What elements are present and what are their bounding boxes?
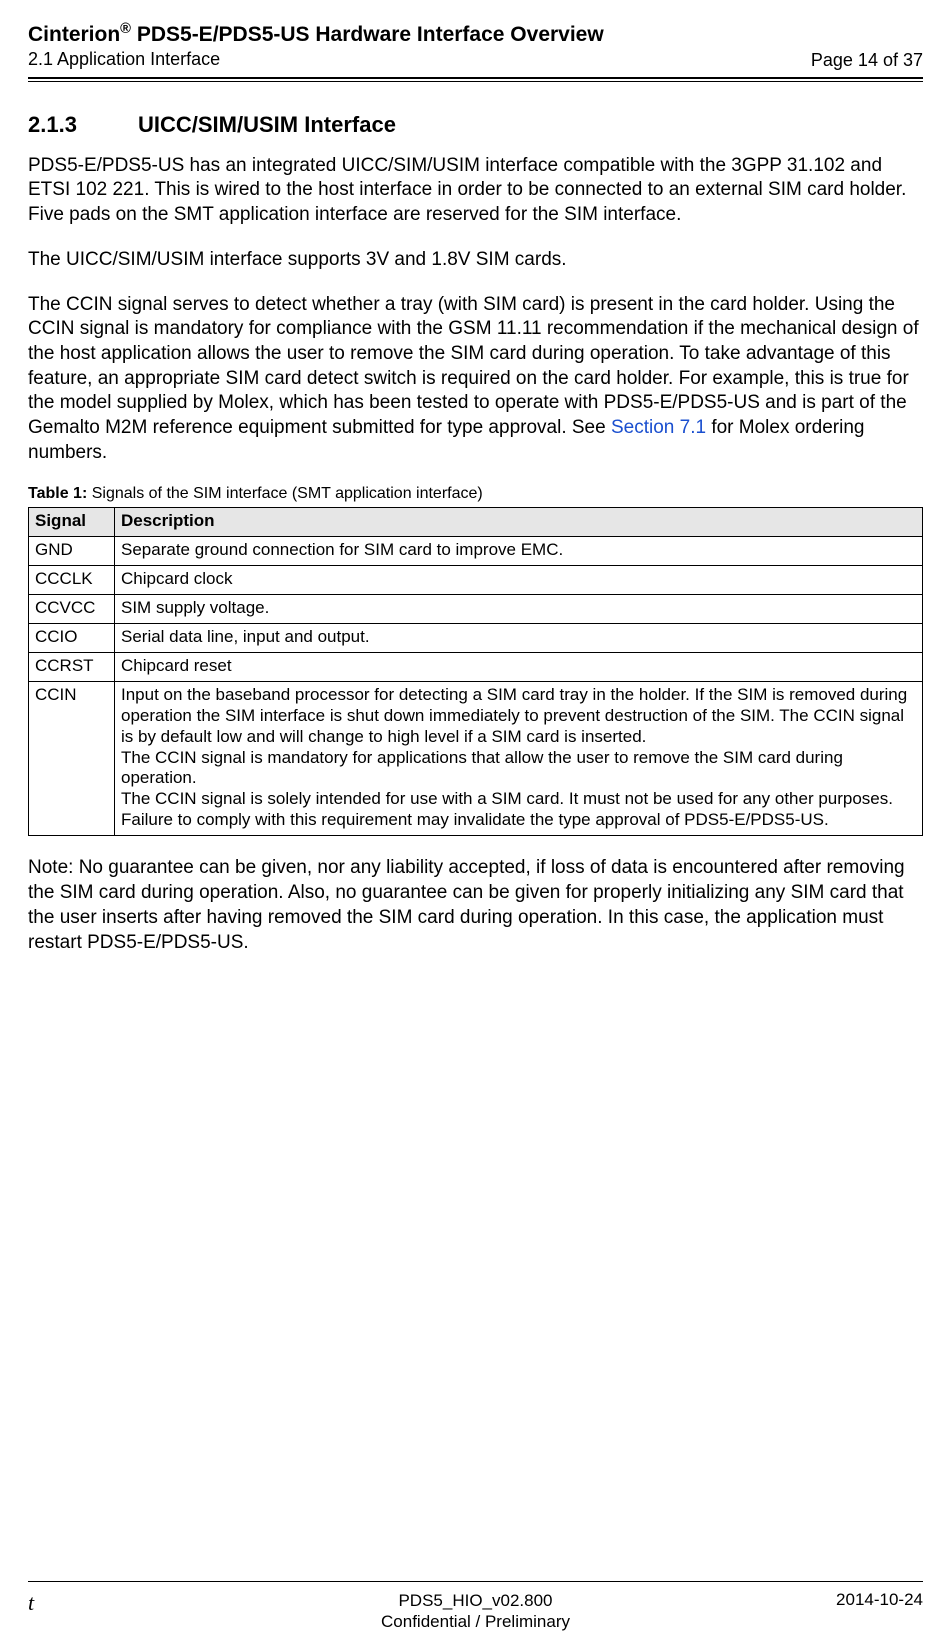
ccin-line-2: The CCIN signal is mandatory for applica… bbox=[121, 748, 916, 789]
table-row: GND Separate ground connection for SIM c… bbox=[29, 537, 923, 566]
table-header-signal: Signal bbox=[29, 508, 115, 537]
cross-reference-link[interactable]: Section 7.1 bbox=[611, 417, 706, 438]
table-header-description: Description bbox=[115, 508, 923, 537]
table-row: CCVCC SIM supply voltage. bbox=[29, 595, 923, 624]
paragraph-note: Note: No guarantee can be given, nor any… bbox=[28, 856, 923, 955]
header-subtitle: 2.1 Application Interface bbox=[28, 48, 604, 71]
cell-signal: GND bbox=[29, 537, 115, 566]
table-row: CCCLK Chipcard clock bbox=[29, 566, 923, 595]
table-caption-text: Signals of the SIM interface (SMT applic… bbox=[87, 485, 482, 502]
cell-description: Chipcard clock bbox=[115, 566, 923, 595]
table-header-row: Signal Description bbox=[29, 508, 923, 537]
title-suffix: PDS5-E/PDS5-US Hardware Interface Overvi… bbox=[131, 23, 604, 46]
table-row: CCIO Serial data line, input and output. bbox=[29, 624, 923, 653]
header-rule-thick bbox=[28, 77, 923, 79]
document-title: Cinterion® PDS5-E/PDS5-US Hardware Inter… bbox=[28, 20, 604, 48]
section-number: 2.1.3 bbox=[28, 112, 138, 138]
ccin-line-1: Input on the baseband processor for dete… bbox=[121, 685, 916, 747]
footer-center: PDS5_HIO_v02.800 Confidential / Prelimin… bbox=[148, 1590, 803, 1633]
header-left: Cinterion® PDS5-E/PDS5-US Hardware Inter… bbox=[28, 20, 604, 71]
table-caption: Table 1: Signals of the SIM interface (S… bbox=[28, 485, 923, 503]
table-row: CCRST Chipcard reset bbox=[29, 653, 923, 682]
cell-signal: CCCLK bbox=[29, 566, 115, 595]
page-indicator: Page 14 of 37 bbox=[811, 50, 923, 71]
cell-signal: CCIN bbox=[29, 682, 115, 836]
section-title: UICC/SIM/USIM Interface bbox=[138, 112, 396, 137]
signals-table: Signal Description GND Separate ground c… bbox=[28, 507, 923, 836]
title-prefix: Cinterion bbox=[28, 23, 120, 46]
paragraph-1: PDS5-E/PDS5-US has an integrated UICC/SI… bbox=[28, 154, 923, 228]
footer-left: t bbox=[28, 1590, 148, 1633]
footer-row: t PDS5_HIO_v02.800 Confidential / Prelim… bbox=[28, 1590, 923, 1633]
registered-mark: ® bbox=[120, 21, 131, 37]
page-footer: t PDS5_HIO_v02.800 Confidential / Prelim… bbox=[28, 1581, 923, 1633]
table-row: CCIN Input on the baseband processor for… bbox=[29, 682, 923, 836]
footer-rule bbox=[28, 1581, 923, 1582]
paragraph-2: The UICC/SIM/USIM interface supports 3V … bbox=[28, 248, 923, 273]
cell-signal: CCRST bbox=[29, 653, 115, 682]
cell-description: Separate ground connection for SIM card … bbox=[115, 537, 923, 566]
footer-doc-id: PDS5_HIO_v02.800 bbox=[148, 1590, 803, 1611]
paragraph-3: The CCIN signal serves to detect whether… bbox=[28, 293, 923, 466]
cell-signal: CCIO bbox=[29, 624, 115, 653]
footer-classification: Confidential / Preliminary bbox=[148, 1611, 803, 1632]
cell-description: SIM supply voltage. bbox=[115, 595, 923, 624]
cell-description: Serial data line, input and output. bbox=[115, 624, 923, 653]
cell-description: Chipcard reset bbox=[115, 653, 923, 682]
section-heading: 2.1.3UICC/SIM/USIM Interface bbox=[28, 112, 923, 138]
cell-description: Input on the baseband processor for dete… bbox=[115, 682, 923, 836]
ccin-line-3: The CCIN signal is solely intended for u… bbox=[121, 789, 916, 830]
cell-signal: CCVCC bbox=[29, 595, 115, 624]
header-rule-thin bbox=[28, 81, 923, 82]
page-header: Cinterion® PDS5-E/PDS5-US Hardware Inter… bbox=[28, 20, 923, 73]
footer-date: 2014-10-24 bbox=[803, 1590, 923, 1633]
table-caption-label: Table 1: bbox=[28, 485, 87, 502]
